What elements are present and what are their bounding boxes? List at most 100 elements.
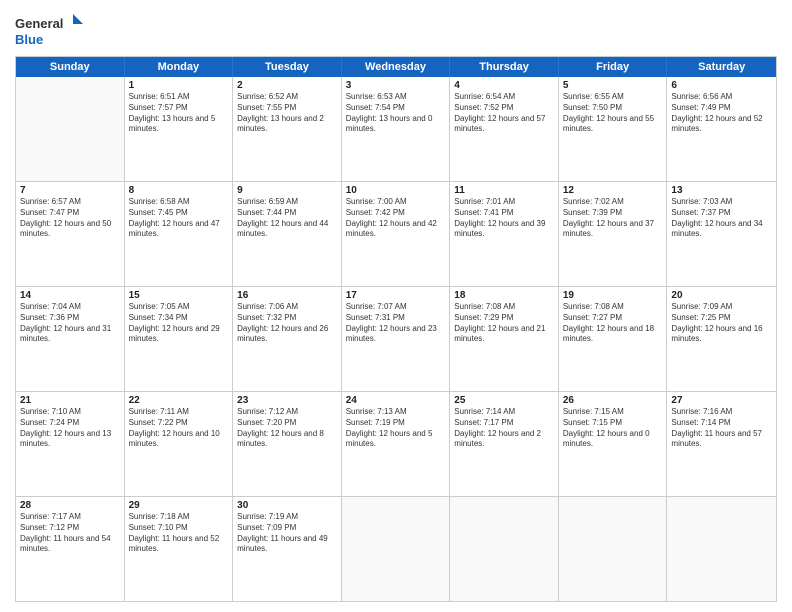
calendar-cell: 11Sunrise: 7:01 AMSunset: 7:41 PMDayligh…: [450, 182, 559, 286]
calendar-header-cell: Wednesday: [342, 57, 451, 77]
day-info: Sunrise: 7:02 AMSunset: 7:39 PMDaylight:…: [563, 197, 663, 240]
calendar-row: 1Sunrise: 6:51 AMSunset: 7:57 PMDaylight…: [16, 77, 776, 182]
calendar-cell: 22Sunrise: 7:11 AMSunset: 7:22 PMDayligh…: [125, 392, 234, 496]
header: General Blue: [15, 10, 777, 50]
calendar-cell: [342, 497, 451, 601]
calendar-cell: 26Sunrise: 7:15 AMSunset: 7:15 PMDayligh…: [559, 392, 668, 496]
calendar-cell: [559, 497, 668, 601]
day-info: Sunrise: 7:15 AMSunset: 7:15 PMDaylight:…: [563, 407, 663, 450]
calendar-cell: [16, 77, 125, 181]
day-info: Sunrise: 7:18 AMSunset: 7:10 PMDaylight:…: [129, 512, 229, 555]
calendar-cell: 15Sunrise: 7:05 AMSunset: 7:34 PMDayligh…: [125, 287, 234, 391]
day-number: 10: [346, 185, 446, 196]
day-info: Sunrise: 6:52 AMSunset: 7:55 PMDaylight:…: [237, 92, 337, 135]
day-number: 25: [454, 395, 554, 406]
calendar-cell: 12Sunrise: 7:02 AMSunset: 7:39 PMDayligh…: [559, 182, 668, 286]
calendar-cell: 18Sunrise: 7:08 AMSunset: 7:29 PMDayligh…: [450, 287, 559, 391]
day-number: 4: [454, 80, 554, 91]
day-number: 12: [563, 185, 663, 196]
day-number: 5: [563, 80, 663, 91]
day-number: 28: [20, 500, 120, 511]
day-number: 16: [237, 290, 337, 301]
logo: General Blue: [15, 10, 85, 50]
day-info: Sunrise: 7:07 AMSunset: 7:31 PMDaylight:…: [346, 302, 446, 345]
calendar-cell: 23Sunrise: 7:12 AMSunset: 7:20 PMDayligh…: [233, 392, 342, 496]
calendar-header-cell: Monday: [125, 57, 234, 77]
svg-text:Blue: Blue: [15, 32, 43, 47]
day-info: Sunrise: 6:53 AMSunset: 7:54 PMDaylight:…: [346, 92, 446, 135]
day-info: Sunrise: 7:09 AMSunset: 7:25 PMDaylight:…: [671, 302, 772, 345]
day-info: Sunrise: 7:04 AMSunset: 7:36 PMDaylight:…: [20, 302, 120, 345]
day-number: 29: [129, 500, 229, 511]
calendar-header-cell: Tuesday: [233, 57, 342, 77]
day-number: 20: [671, 290, 772, 301]
calendar-cell: 30Sunrise: 7:19 AMSunset: 7:09 PMDayligh…: [233, 497, 342, 601]
day-number: 17: [346, 290, 446, 301]
day-info: Sunrise: 7:13 AMSunset: 7:19 PMDaylight:…: [346, 407, 446, 450]
calendar-body: 1Sunrise: 6:51 AMSunset: 7:57 PMDaylight…: [16, 77, 776, 601]
calendar-cell: 10Sunrise: 7:00 AMSunset: 7:42 PMDayligh…: [342, 182, 451, 286]
day-number: 11: [454, 185, 554, 196]
day-info: Sunrise: 7:14 AMSunset: 7:17 PMDaylight:…: [454, 407, 554, 450]
calendar-cell: 21Sunrise: 7:10 AMSunset: 7:24 PMDayligh…: [16, 392, 125, 496]
calendar-row: 21Sunrise: 7:10 AMSunset: 7:24 PMDayligh…: [16, 392, 776, 497]
day-number: 18: [454, 290, 554, 301]
day-number: 15: [129, 290, 229, 301]
day-info: Sunrise: 7:16 AMSunset: 7:14 PMDaylight:…: [671, 407, 772, 450]
calendar-cell: 13Sunrise: 7:03 AMSunset: 7:37 PMDayligh…: [667, 182, 776, 286]
day-number: 1: [129, 80, 229, 91]
calendar-header: SundayMondayTuesdayWednesdayThursdayFrid…: [16, 57, 776, 77]
day-number: 19: [563, 290, 663, 301]
day-number: 13: [671, 185, 772, 196]
day-info: Sunrise: 7:06 AMSunset: 7:32 PMDaylight:…: [237, 302, 337, 345]
calendar-row: 7Sunrise: 6:57 AMSunset: 7:47 PMDaylight…: [16, 182, 776, 287]
calendar-cell: 27Sunrise: 7:16 AMSunset: 7:14 PMDayligh…: [667, 392, 776, 496]
day-info: Sunrise: 7:11 AMSunset: 7:22 PMDaylight:…: [129, 407, 229, 450]
day-number: 21: [20, 395, 120, 406]
day-info: Sunrise: 6:55 AMSunset: 7:50 PMDaylight:…: [563, 92, 663, 135]
day-info: Sunrise: 6:58 AMSunset: 7:45 PMDaylight:…: [129, 197, 229, 240]
calendar-cell: 3Sunrise: 6:53 AMSunset: 7:54 PMDaylight…: [342, 77, 451, 181]
day-number: 2: [237, 80, 337, 91]
day-info: Sunrise: 6:51 AMSunset: 7:57 PMDaylight:…: [129, 92, 229, 135]
day-number: 30: [237, 500, 337, 511]
calendar-cell: 5Sunrise: 6:55 AMSunset: 7:50 PMDaylight…: [559, 77, 668, 181]
calendar-cell: 8Sunrise: 6:58 AMSunset: 7:45 PMDaylight…: [125, 182, 234, 286]
calendar-cell: 28Sunrise: 7:17 AMSunset: 7:12 PMDayligh…: [16, 497, 125, 601]
calendar-cell: 6Sunrise: 6:56 AMSunset: 7:49 PMDaylight…: [667, 77, 776, 181]
day-number: 24: [346, 395, 446, 406]
calendar-cell: 19Sunrise: 7:08 AMSunset: 7:27 PMDayligh…: [559, 287, 668, 391]
calendar-cell: 29Sunrise: 7:18 AMSunset: 7:10 PMDayligh…: [125, 497, 234, 601]
day-info: Sunrise: 7:10 AMSunset: 7:24 PMDaylight:…: [20, 407, 120, 450]
day-number: 7: [20, 185, 120, 196]
logo-svg: General Blue: [15, 10, 85, 50]
day-number: 6: [671, 80, 772, 91]
svg-text:General: General: [15, 16, 63, 31]
calendar-header-cell: Sunday: [16, 57, 125, 77]
calendar-cell: 2Sunrise: 6:52 AMSunset: 7:55 PMDaylight…: [233, 77, 342, 181]
calendar-cell: 20Sunrise: 7:09 AMSunset: 7:25 PMDayligh…: [667, 287, 776, 391]
day-number: 3: [346, 80, 446, 91]
day-number: 26: [563, 395, 663, 406]
calendar-cell: 7Sunrise: 6:57 AMSunset: 7:47 PMDaylight…: [16, 182, 125, 286]
day-info: Sunrise: 7:00 AMSunset: 7:42 PMDaylight:…: [346, 197, 446, 240]
day-number: 23: [237, 395, 337, 406]
day-number: 8: [129, 185, 229, 196]
calendar-header-cell: Saturday: [667, 57, 776, 77]
calendar-cell: 16Sunrise: 7:06 AMSunset: 7:32 PMDayligh…: [233, 287, 342, 391]
calendar: SundayMondayTuesdayWednesdayThursdayFrid…: [15, 56, 777, 602]
day-info: Sunrise: 7:03 AMSunset: 7:37 PMDaylight:…: [671, 197, 772, 240]
day-info: Sunrise: 7:08 AMSunset: 7:27 PMDaylight:…: [563, 302, 663, 345]
calendar-cell: 14Sunrise: 7:04 AMSunset: 7:36 PMDayligh…: [16, 287, 125, 391]
day-info: Sunrise: 6:57 AMSunset: 7:47 PMDaylight:…: [20, 197, 120, 240]
calendar-cell: 9Sunrise: 6:59 AMSunset: 7:44 PMDaylight…: [233, 182, 342, 286]
day-info: Sunrise: 7:05 AMSunset: 7:34 PMDaylight:…: [129, 302, 229, 345]
day-info: Sunrise: 7:17 AMSunset: 7:12 PMDaylight:…: [20, 512, 120, 555]
day-number: 9: [237, 185, 337, 196]
page: General Blue SundayMondayTuesdayWednesda…: [0, 0, 792, 612]
calendar-cell: 17Sunrise: 7:07 AMSunset: 7:31 PMDayligh…: [342, 287, 451, 391]
day-number: 27: [671, 395, 772, 406]
calendar-cell: 24Sunrise: 7:13 AMSunset: 7:19 PMDayligh…: [342, 392, 451, 496]
day-info: Sunrise: 6:59 AMSunset: 7:44 PMDaylight:…: [237, 197, 337, 240]
calendar-cell: 4Sunrise: 6:54 AMSunset: 7:52 PMDaylight…: [450, 77, 559, 181]
